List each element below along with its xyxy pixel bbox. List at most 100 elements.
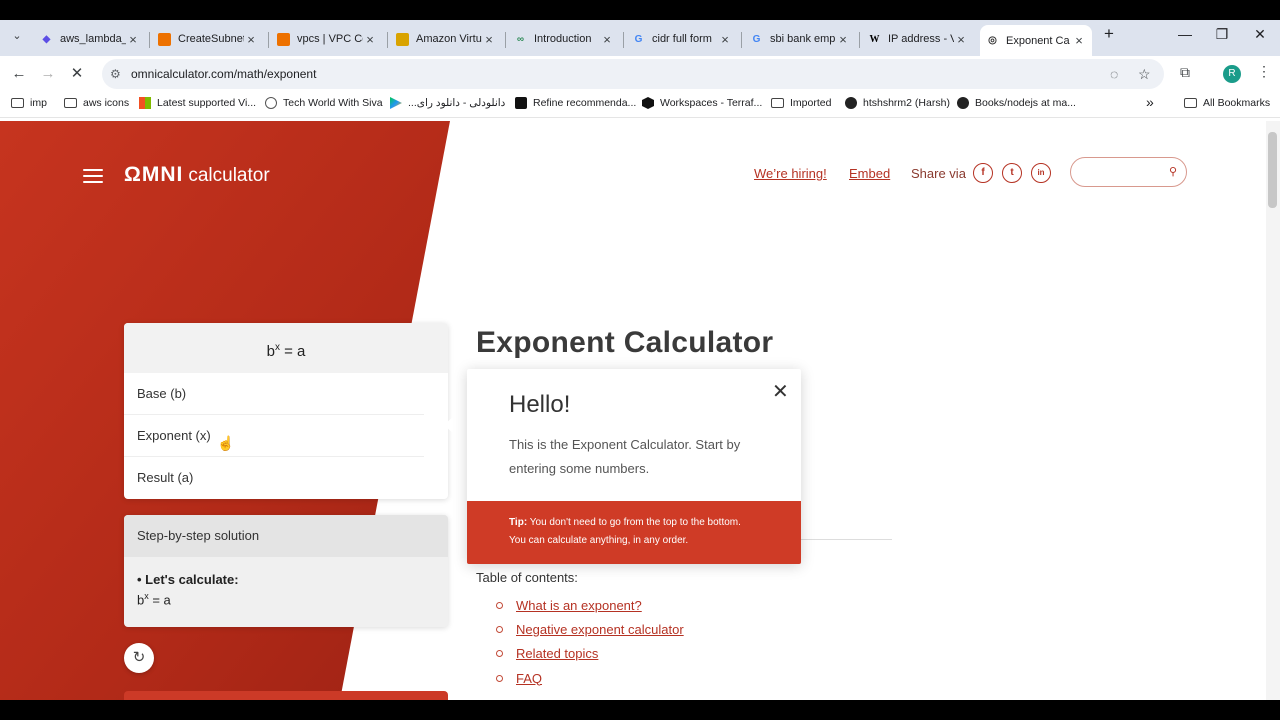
bookmark-refine[interactable]: Refine recommenda... (515, 97, 636, 109)
bookmark-aws-icons[interactable]: aws icons (64, 97, 129, 109)
close-icon[interactable]: × (600, 32, 614, 47)
tab-search-icon[interactable]: ⌄ (6, 26, 28, 48)
folder-icon (64, 98, 77, 108)
github-icon (845, 97, 857, 109)
bullet-icon (496, 625, 503, 633)
facebook-icon[interactable]: f (973, 163, 993, 183)
url-text[interactable]: omnicalculator.com/math/exponent (131, 67, 316, 81)
tab-title: cidr full form (652, 33, 712, 45)
table-of-contents: What is an exponent? Negative exponent c… (496, 593, 684, 690)
new-tab-button[interactable]: + (1094, 24, 1124, 44)
close-icon[interactable]: × (1072, 33, 1086, 48)
hamburger-menu-icon[interactable] (83, 169, 103, 183)
bullet-icon (496, 601, 503, 609)
popup-tip: Tip: You don't need to go from the top t… (467, 501, 801, 564)
bookmark-github-harsh[interactable]: htshshrm2 (Harsh) (845, 97, 950, 109)
star-icon[interactable]: ☆ (1138, 66, 1151, 83)
embed-link[interactable]: Embed (849, 166, 890, 181)
popup-text: This is the Exponent Calculator. Start b… (509, 437, 741, 476)
extensions-icon[interactable]: ⧉ (1180, 64, 1190, 81)
tab-introduction[interactable]: ∞ Introduction × (508, 25, 620, 53)
refresh-icon: ↻ (132, 649, 146, 666)
site-info-icon[interactable]: ⚙ (110, 67, 121, 81)
tab-cidr[interactable]: G cidr full form × (626, 25, 738, 53)
minimize-icon[interactable]: — (1170, 26, 1200, 42)
eye-off-icon[interactable]: ◌ (1110, 66, 1118, 82)
browser-window: ⌄ ◆ aws_lambda_ × CreateSubnet × vpcs | … (0, 20, 1280, 700)
microsoft-icon (139, 97, 151, 109)
search-input[interactable]: ⚲ (1070, 157, 1187, 187)
restore-icon[interactable]: ❐ (1207, 26, 1237, 43)
scrollbar-thumb[interactable] (1268, 132, 1277, 208)
tab-create-subnet[interactable]: CreateSubnet × (152, 25, 264, 53)
folder-icon (11, 98, 24, 108)
tab-vpcs[interactable]: vpcs | VPC Co × (271, 25, 383, 53)
kebab-menu-icon[interactable]: ⋮ (1257, 63, 1271, 80)
reload-calculator-button[interactable]: ↻ (124, 643, 154, 673)
tab-title: vpcs | VPC Co (297, 33, 363, 45)
twitter-icon[interactable]: t (1002, 163, 1022, 183)
globe-icon (265, 97, 277, 109)
github-icon (957, 97, 969, 109)
tab-sbi[interactable]: G sbi bank emp × (744, 25, 856, 53)
tab-amazon-virtual[interactable]: Amazon Virtu × (390, 25, 502, 53)
bookmark-latest-supported[interactable]: Latest supported Vi... (139, 97, 256, 109)
tab-title: CreateSubnet (178, 33, 244, 45)
share-result-bar[interactable] (124, 691, 448, 700)
bookmark-imp[interactable]: imp (11, 97, 47, 109)
calculator-card: bx = a Base (b) Exponent (x) Result (a) (124, 323, 448, 499)
tab-ip-address[interactable]: W IP address - V × (862, 25, 974, 53)
hiring-link[interactable]: We’re hiring! (754, 166, 827, 181)
close-icon[interactable]: × (954, 32, 968, 47)
close-icon[interactable]: × (482, 32, 496, 47)
aws-hex-icon (158, 32, 171, 46)
toc-link-what-is-exponent[interactable]: What is an exponent? (516, 598, 642, 613)
linkedin-icon[interactable]: in (1031, 163, 1051, 183)
bookmark-download[interactable]: ...دانلودلی - دانلود رای (390, 97, 505, 109)
toc-item: FAQ (496, 666, 684, 690)
avatar[interactable]: R (1223, 65, 1241, 83)
result-field[interactable]: Result (a) (124, 457, 424, 499)
bookmark-imported[interactable]: Imported (771, 97, 831, 109)
medium-icon (515, 97, 527, 109)
tab-aws-lambda[interactable]: ◆ aws_lambda_ × (34, 25, 146, 53)
close-icon[interactable]: × (126, 32, 140, 47)
toc-link-faq[interactable]: FAQ (516, 671, 542, 686)
exponent-field[interactable]: Exponent (x) (124, 415, 424, 457)
link-icon: ∞ (516, 33, 525, 45)
steps-title[interactable]: Step-by-step solution (124, 515, 448, 557)
tab-strip: ⌄ ◆ aws_lambda_ × CreateSubnet × vpcs | … (0, 20, 1280, 56)
tab-exponent-calculator[interactable]: ◎ Exponent Ca × (980, 25, 1092, 56)
bookmark-workspaces[interactable]: Workspaces - Terraf... (642, 97, 762, 109)
steps-body: • Let's calculate: bx = a (137, 572, 239, 608)
all-bookmarks[interactable]: All Bookmarks (1184, 97, 1270, 109)
stop-loading-icon[interactable]: ✕ (66, 64, 88, 86)
base-field[interactable]: Base (b) (124, 373, 424, 415)
address-bar[interactable]: ⚙ omnicalculator.com/math/exponent ◌ ☆ (102, 59, 1164, 89)
omni-logo[interactable]: ΩMNI calculator (124, 163, 270, 187)
search-icon[interactable]: ⚲ (1169, 165, 1177, 178)
forward-icon[interactable]: → (37, 64, 59, 86)
back-icon[interactable]: ← (8, 64, 30, 86)
popup-arrow (444, 403, 468, 447)
play-icon (390, 97, 402, 109)
popup-title: Hello! (509, 391, 571, 418)
toc-link-related-topics[interactable]: Related topics (516, 646, 598, 661)
tab-title: sbi bank emp (770, 33, 836, 45)
close-icon[interactable]: × (836, 32, 850, 47)
formula-header: bx = a (124, 323, 448, 373)
page-title: Exponent Calculator (476, 326, 774, 359)
divider (800, 539, 892, 540)
google-icon: G (752, 33, 761, 45)
close-icon[interactable]: × (718, 32, 732, 47)
close-icon[interactable]: × (244, 32, 258, 47)
terraform-icon: ◆ (42, 33, 51, 45)
bookmark-books-nodejs[interactable]: Books/nodejs at ma... (957, 97, 1076, 109)
toc-link-negative-exponent[interactable]: Negative exponent calculator (516, 622, 684, 637)
bookmark-tech-world[interactable]: Tech World With Siva (265, 97, 383, 109)
window-close-icon[interactable]: ✕ (1245, 26, 1275, 43)
hashicorp-icon (642, 97, 654, 109)
close-icon[interactable]: ✕ (772, 379, 789, 404)
close-icon[interactable]: × (363, 32, 377, 47)
bookmarks-overflow-icon[interactable]: » (1146, 94, 1154, 110)
